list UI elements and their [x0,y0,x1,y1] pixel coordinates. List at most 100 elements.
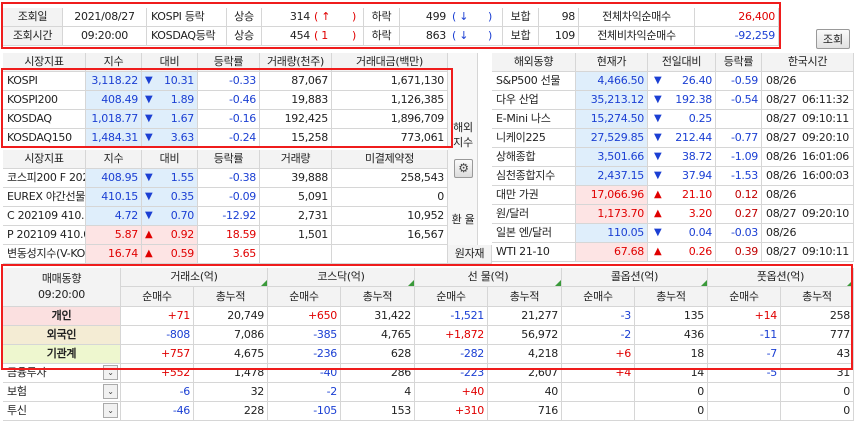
trading-row-value: 21,277 [488,307,562,326]
derivatives-header-1: 지수 [86,150,142,169]
corner-marker-icon [555,280,561,286]
overseas-row-clock: 09:10:11 [802,112,850,125]
commodity-button[interactable]: 원자재 [448,245,492,264]
trading-sub-header: 순매수 [415,287,488,307]
domestic-row-amount: 1,896,709 [332,110,448,129]
overseas-row-price: 1,173.70 [576,205,648,224]
derivatives-row-name[interactable]: 변동성지수(V-KOS [3,245,86,264]
domestic-row-change: ▼ 10.31 [142,72,198,91]
trading-row-value: 56,972 [488,326,562,345]
overseas-row-name[interactable]: 원/달러 [492,205,576,224]
trading-group-header: 선 물(억) [415,268,562,287]
trading-sub-header: 총누적 [781,287,854,307]
trading-sub-header: 총누적 [194,287,268,307]
domestic-row-rate: -0.24 [198,129,260,148]
down-triangle-icon: ▼ [145,113,153,124]
trading-row-value: +310 [415,402,488,421]
up-triangle-icon: ▲ [145,248,153,259]
trading-row-name[interactable]: 기관계 [3,345,121,364]
trading-row-value: 18 [635,345,708,364]
trading-row-value: -236 [268,345,341,364]
trading-group-header: 거래소(억) [121,268,268,287]
trading-row-value: +71 [121,307,194,326]
down-triangle-icon: ▼ [654,94,662,105]
trading-row-name[interactable]: 보험 ⌄ [3,383,121,402]
overseas-header-2: 전일대비 [648,53,716,72]
overseas-row-time: 08/27 09:20:10 [762,205,854,224]
down-triangle-icon: ▼ [145,172,153,183]
query-button[interactable]: 조회 [816,29,850,49]
overseas-header-4: 한국시간 [762,53,854,72]
derivatives-header-4: 거래량 [260,150,332,169]
trading-row-value: 716 [488,402,562,421]
trading-sub-header: 총누적 [341,287,415,307]
derivatives-row-oi: 16,567 [332,226,448,245]
trading-row-value: 31 [781,364,854,383]
trading-row-value: +4 [562,364,635,383]
overseas-row-price: 2,437.15 [576,167,648,186]
derivatives-row-index: 408.95 [86,169,142,188]
derivatives-row-name[interactable]: C 202109 410.0 [3,207,86,226]
trading-row-value: 258 [781,307,854,326]
overseas-row-name[interactable]: 심천종합지수 [492,167,576,186]
overseas-row-date: 08/26 [766,226,797,239]
domestic-row-name[interactable]: KOSPI200 [3,91,86,110]
chevron-down-icon[interactable]: ⌄ [103,365,118,380]
overseas-row-date: 08/27 [766,131,797,144]
overseas-row-date: 08/26 [766,74,797,87]
derivatives-row-name[interactable]: P 202109 410.0 [3,226,86,245]
fx-rate-button[interactable]: 환 율 [449,212,477,227]
overseas-row-name[interactable]: 일본 엔/달러 [492,224,576,243]
derivatives-header-5: 미결제약정 [332,150,448,169]
trading-row-value: -5 [708,364,781,383]
kosdaq-up-cell: 454 ( 1 ) [262,27,364,46]
kospi-flat-count: 98 [539,8,579,27]
derivatives-header-2: 대비 [142,150,198,169]
trading-row-name[interactable]: 금융투자 ⌄ [3,364,121,383]
settings-gear-icon[interactable]: ⚙ [454,159,473,178]
trading-row-value: +6 [562,345,635,364]
kospi-down-arrow: ( ↓ [452,10,469,23]
trading-row-value [562,402,635,421]
domestic-row-name[interactable]: KOSDAQ150 [3,129,86,148]
kospi-up-cell: 314 ( ↑ ) [262,8,364,27]
overseas-row-time: 08/26 [762,224,854,243]
overseas-row-name[interactable]: 대만 가권 [492,186,576,205]
corner-marker-icon [261,280,267,286]
derivatives-row-name[interactable]: EUREX 야간선물 [3,188,86,207]
overseas-row-name[interactable]: E-Mini 나스 [492,110,576,129]
chevron-down-icon[interactable]: ⌄ [103,384,118,399]
trading-row-value: 628 [341,345,415,364]
domestic-row-name[interactable]: KOSDAQ [3,110,86,129]
derivatives-row-index: 4.72 [86,207,142,226]
overseas-row-clock: 06:11:32 [802,93,850,106]
overseas-row-date: 08/26 [766,169,797,182]
overseas-row-name[interactable]: WTI 21-10 [492,243,576,262]
up-triangle-icon: ▲ [654,208,662,219]
overseas-row-name[interactable]: 다우 산업 [492,91,576,110]
trading-row-name[interactable]: 외국인 [3,326,121,345]
overseas-row-date: 08/27 [766,93,797,106]
trading-row-value: -105 [268,402,341,421]
domestic-row-name[interactable]: KOSPI [3,72,86,91]
derivatives-row-index: 410.15 [86,188,142,207]
overseas-row-rate: -0.54 [716,91,762,110]
overseas-row-rate [716,110,762,129]
overseas-row-name[interactable]: 니케이225 [492,129,576,148]
trading-row-name[interactable]: 투신 ⌄ [3,402,121,421]
trading-row-value: +650 [268,307,341,326]
derivatives-row-name[interactable]: 코스피200 F 202109 [3,169,86,188]
derivatives-row-oi: 258,543 [332,169,448,188]
overseas-index-button[interactable]: 해외 지수 [449,120,477,150]
overseas-row-name[interactable]: 상해종합 [492,148,576,167]
overseas-row-change: ▼ 37.94 [648,167,716,186]
domestic-row-volume: 19,883 [260,91,332,110]
up-triangle-icon: ▲ [654,246,662,257]
trading-row-value: -7 [708,345,781,364]
overseas-row-name[interactable]: S&P500 선물 [492,72,576,91]
overseas-row-clock: 16:00:03 [802,169,850,182]
nonarb-net-buy-value: -92,259 [695,27,779,46]
derivatives-row-oi [332,245,448,264]
trading-row-name[interactable]: 개인 [3,307,121,326]
chevron-down-icon[interactable]: ⌄ [103,403,118,418]
